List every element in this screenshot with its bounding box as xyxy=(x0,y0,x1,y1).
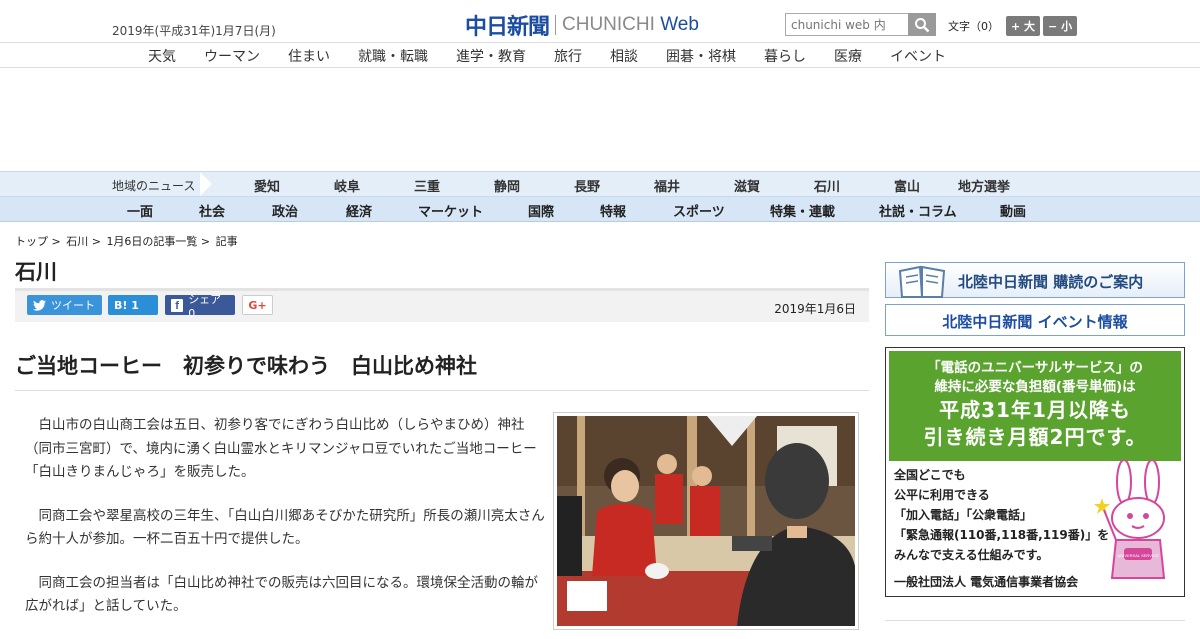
region-item[interactable]: 静岡 xyxy=(494,176,520,195)
article-photo[interactable] xyxy=(553,412,859,630)
article-date: 2019年1月6日 xyxy=(774,302,856,316)
region-item[interactable]: 岐阜 xyxy=(334,176,360,195)
nav-item[interactable]: 住まい xyxy=(288,46,330,66)
tweet-button[interactable]: ツイート xyxy=(27,295,102,315)
breadcrumb-link[interactable]: 石川 xyxy=(66,235,88,248)
region-item[interactable]: 福井 xyxy=(654,176,680,195)
logo-divider xyxy=(555,15,557,35)
headline-divider xyxy=(15,390,869,391)
nav-item[interactable]: 旅行 xyxy=(554,46,582,66)
main-nav: 天気 ウーマン 住まい 就職・転職 進学・教育 旅行 相談 囲碁・将棋 暮らし … xyxy=(0,42,1200,68)
event-info-banner-text: 北陸中日新聞 イベント情報 xyxy=(942,313,1128,331)
universal-service-ad[interactable]: 「電話のユニバーサルサービス」の 維持に必要な負担額(番号単価)は 平成31年1… xyxy=(885,347,1185,597)
font-size-control: 文字（0） + 大 − 小 xyxy=(948,16,1078,36)
header-date: 2019年(平成31年)1月7日(月) xyxy=(112,24,276,38)
region-item[interactable]: 石川 xyxy=(814,176,840,195)
nav-item[interactable]: イベント xyxy=(890,46,946,66)
section-title: 石川 xyxy=(15,260,57,284)
category-item[interactable]: スポーツ xyxy=(673,201,725,220)
logo-jp: 中日新聞 xyxy=(465,14,550,40)
font-size-label: 文字（0） xyxy=(948,20,999,33)
region-item[interactable]: 地方選挙 xyxy=(958,176,1010,195)
region-nav-arrow xyxy=(200,172,212,196)
nav-item[interactable]: 医療 xyxy=(834,46,862,66)
nav-item[interactable]: 相談 xyxy=(610,46,638,66)
nav-item[interactable]: 天気 xyxy=(148,46,176,66)
hatena-bookmark-button[interactable]: B! 1 xyxy=(108,295,158,315)
ad-body-line: 「加入電話」「公衆電話」 xyxy=(894,508,1033,522)
region-item[interactable]: 富山 xyxy=(894,176,920,195)
category-item[interactable]: 動画 xyxy=(1000,201,1026,220)
ad-line: 平成31年1月以降も xyxy=(939,398,1131,422)
subscription-banner-text: 北陸中日新聞 購読のご案内 xyxy=(958,273,1144,291)
twitter-icon xyxy=(33,299,46,311)
coffee-stall-photo xyxy=(557,416,855,626)
nav-item[interactable]: 就職・転職 xyxy=(358,46,428,66)
site-search xyxy=(785,13,936,36)
ad-line: 維持に必要な負担額(番号単価)は xyxy=(934,379,1136,395)
subscription-banner[interactable]: 北陸中日新聞 購読のご案内 xyxy=(885,262,1185,298)
region-nav: 地域のニュース 愛知 岐阜 三重 静岡 長野 福井 滋賀 石川 富山 地方選挙 xyxy=(0,171,1200,197)
category-item[interactable]: 社説・コラム xyxy=(879,201,957,220)
category-item[interactable]: 経済 xyxy=(346,201,372,220)
region-item[interactable]: 愛知 xyxy=(254,176,280,195)
ad-body-line: 「緊急通報(110番,118番,119番)」を xyxy=(894,528,1110,542)
article-headline: ご当地コーヒー 初参りで味わう 白山比め神社 xyxy=(15,354,477,378)
nav-item[interactable]: 囲碁・将棋 xyxy=(666,46,736,66)
font-larger-button[interactable]: + 大 xyxy=(1006,16,1041,36)
ad-line: 引き続き月額2円です。 xyxy=(923,425,1147,449)
category-item[interactable]: 国際 xyxy=(528,201,554,220)
ad-body: 全国どこでも 公平に利用できる 「加入電話」「公衆電話」 「緊急通報(110番,… xyxy=(894,465,1109,565)
ad-body-line: 全国どこでも xyxy=(894,468,966,482)
ad-body-line: みんなで支える仕組みです。 xyxy=(894,548,1049,562)
breadcrumb-link[interactable]: トップ xyxy=(15,235,48,248)
event-info-banner[interactable]: 北陸中日新聞 イベント情報 xyxy=(885,304,1185,336)
rabbit-mascot-icon: UNIVERSAL SERVICE xyxy=(1094,460,1166,579)
breadcrumb: トップ > 石川 > 1月6日の記事一覧 > 記事 xyxy=(15,235,238,248)
newspaper-icon xyxy=(898,265,946,298)
tweet-label: ツイート xyxy=(51,299,95,312)
nav-item[interactable]: 暮らし xyxy=(764,46,806,66)
region-nav-label: 地域のニュース xyxy=(112,179,196,193)
google-plus-button[interactable]: G+ xyxy=(242,295,273,315)
article-paragraph: 同商工会や翠星高校の三年生、「白山白川郷あそびかた研究所」所長の瀬川亮太さんら約… xyxy=(25,507,545,548)
nav-item[interactable]: ウーマン xyxy=(204,46,260,66)
logo-en: CHUNICHI Web xyxy=(562,14,699,35)
article-body: 白山市の白山商工会は五日、初参り客でにぎわう白山比め（しらやまひめ）神社（同市三… xyxy=(25,414,545,639)
category-item[interactable]: 特集・連載 xyxy=(770,201,835,220)
site-logo[interactable]: 中日新聞 CHUNICHI Web xyxy=(465,9,699,41)
font-smaller-button[interactable]: − 小 xyxy=(1043,16,1078,36)
article-paragraph: 同商工会の担当者は「白山比め神社での販売は六回目になる。環境保全活動の輪が広がれ… xyxy=(25,574,538,615)
ad-headline-box: 「電話のユニバーサルサービス」の 維持に必要な負担額(番号単価)は 平成31年1… xyxy=(889,351,1181,461)
region-item[interactable]: 三重 xyxy=(414,176,440,195)
region-item[interactable]: 滋賀 xyxy=(734,176,760,195)
region-item[interactable]: 長野 xyxy=(574,176,600,195)
top-header: 2019年(平成31年)1月7日(月) 中日新聞 CHUNICHI Web 文字… xyxy=(0,0,1200,42)
search-icon xyxy=(915,17,930,32)
sidebar-divider xyxy=(885,620,1185,621)
category-nav: 一面 社会 政治 経済 マーケット 国際 特報 スポーツ 特集・連載 社説・コラ… xyxy=(0,197,1200,222)
facebook-share-button[interactable]: f シェア 0 xyxy=(165,293,235,320)
category-item[interactable]: マーケット xyxy=(418,201,483,220)
article-paragraph: 白山市の白山商工会は五日、初参り客でにぎわう白山比め（しらやまひめ）神社（同市三… xyxy=(25,417,537,480)
ad-space xyxy=(0,68,1200,171)
search-button[interactable] xyxy=(908,13,936,36)
category-item[interactable]: 社会 xyxy=(199,201,225,220)
share-bar: ツイート B! 1 f シェア 0 G+ 2019年1月6日 xyxy=(15,288,869,322)
breadcrumb-current: 記事 xyxy=(215,235,238,248)
ad-line: 「電話のユニバーサルサービス」の xyxy=(927,360,1143,376)
mascot-label: UNIVERSAL SERVICE xyxy=(1117,553,1158,558)
ad-sponsor: 一般社団法人 電気通信事業者協会 xyxy=(894,575,1079,589)
search-input[interactable] xyxy=(785,13,908,36)
facebook-icon: f xyxy=(171,298,184,312)
breadcrumb-link[interactable]: 1月6日の記事一覧 xyxy=(106,235,197,248)
nav-item[interactable]: 進学・教育 xyxy=(456,46,526,66)
category-item[interactable]: 特報 xyxy=(600,201,626,220)
category-item[interactable]: 政治 xyxy=(272,201,298,220)
category-item[interactable]: 一面 xyxy=(127,201,153,220)
ad-body-line: 公平に利用できる xyxy=(894,488,990,502)
facebook-share-label: シェア 0 xyxy=(188,292,222,320)
